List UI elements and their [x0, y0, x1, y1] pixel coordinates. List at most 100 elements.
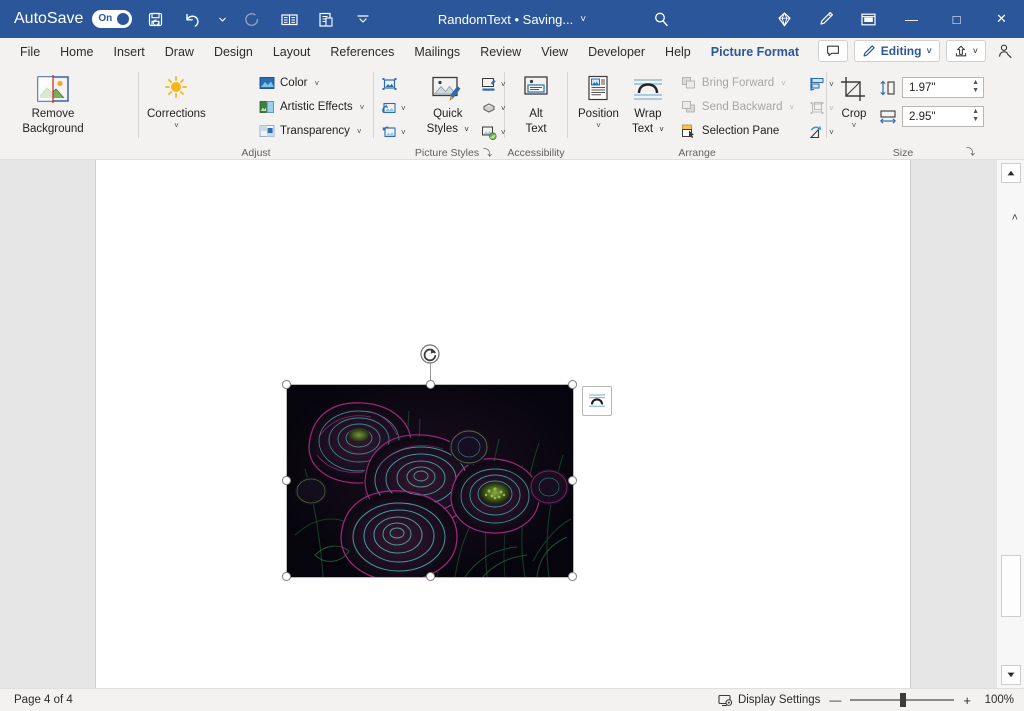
- customize-qat-icon[interactable]: [349, 5, 377, 33]
- resize-handle-top-center[interactable]: [426, 380, 435, 389]
- send-backward-chevron-down-icon: ˅: [789, 102, 795, 112]
- accessibility-dialog-launcher-icon[interactable]: ⤵: [483, 146, 492, 160]
- tab-file[interactable]: File: [11, 40, 49, 65]
- editing-mode-button[interactable]: Editing ˅: [853, 40, 940, 62]
- minimize-button[interactable]: —: [889, 0, 934, 38]
- tab-home[interactable]: Home: [51, 40, 102, 65]
- scroll-up-button[interactable]: [1001, 163, 1021, 183]
- autosave-toggle[interactable]: On: [92, 10, 133, 28]
- pen-highlight-icon[interactable]: [805, 0, 847, 38]
- position-chevron-down-icon[interactable]: ˅: [596, 122, 601, 130]
- resize-handle-top-left[interactable]: [282, 380, 291, 389]
- picture-border-icon: [481, 77, 496, 91]
- title-bar: AutoSave On RandomText • Saving... ˅ — □…: [0, 0, 1024, 38]
- reset-picture-chevron-down-icon: ˅: [401, 104, 406, 113]
- undo-dropdown-icon[interactable]: [215, 5, 229, 33]
- copy-format-icon[interactable]: [312, 5, 340, 33]
- change-picture-button[interactable]: ˅: [378, 121, 409, 144]
- tab-layout[interactable]: Layout: [264, 40, 320, 65]
- corrections-button[interactable]: Corrections ˅: [141, 70, 212, 132]
- bring-forward-icon: [681, 77, 695, 89]
- zoom-slider-thumb[interactable]: [900, 693, 907, 707]
- page-indicator[interactable]: Page 4 of 4: [0, 694, 73, 706]
- display-settings-button[interactable]: Display Settings: [718, 694, 820, 707]
- resize-handle-bottom-right[interactable]: [568, 572, 577, 581]
- scrollbar-thumb[interactable]: [1001, 555, 1021, 617]
- save-icon[interactable]: [141, 5, 169, 33]
- shape-width-input[interactable]: 2.95" ▲ ▼: [902, 106, 984, 127]
- reset-picture-button[interactable]: ˅: [378, 97, 409, 120]
- tab-picture-format[interactable]: Picture Format: [702, 40, 808, 68]
- picture-layout-button[interactable]: ˅: [477, 121, 509, 144]
- wrap-text-button[interactable]: Wrap Text ˅: [625, 70, 671, 138]
- shape-width-spinner[interactable]: ▲ ▼: [972, 108, 979, 124]
- resize-handle-middle-right[interactable]: [568, 476, 577, 485]
- spinner-up-icon-2[interactable]: ▲: [972, 108, 979, 116]
- document-canvas[interactable]: [0, 160, 1024, 688]
- layout-options-button[interactable]: [582, 386, 612, 416]
- close-button[interactable]: ✕: [979, 0, 1024, 38]
- tab-design[interactable]: Design: [205, 40, 262, 65]
- find-user-button[interactable]: [992, 40, 1018, 62]
- tab-insert[interactable]: Insert: [105, 40, 154, 65]
- diamond-icon[interactable]: [763, 0, 805, 38]
- tab-help[interactable]: Help: [656, 40, 700, 65]
- vertical-scrollbar[interactable]: [996, 160, 1024, 688]
- alt-text-button[interactable]: Alt Text: [514, 70, 558, 138]
- resize-handle-bottom-left[interactable]: [282, 572, 291, 581]
- picture-layout-icon: [481, 126, 497, 140]
- spinner-up-icon[interactable]: ▲: [972, 79, 979, 87]
- tab-mailings[interactable]: Mailings: [405, 40, 469, 65]
- resize-handle-bottom-center[interactable]: [426, 572, 435, 581]
- corrections-label: Corrections: [147, 108, 206, 120]
- picture-frame-button[interactable]: [378, 73, 409, 96]
- artistic-effects-button[interactable]: Artistic Effects ˅: [255, 96, 368, 118]
- maximize-button[interactable]: □: [934, 0, 979, 38]
- shape-height-spinner[interactable]: ▲ ▼: [972, 79, 979, 95]
- picture-effects-button[interactable]: ˅: [477, 97, 509, 120]
- color-button[interactable]: Color ˅: [255, 72, 368, 94]
- resize-handle-top-right[interactable]: [568, 380, 577, 389]
- title-chevron-down-icon[interactable]: ˅: [580, 14, 586, 25]
- arrange-group-label: Arrange: [678, 147, 716, 159]
- tab-review[interactable]: Review: [471, 40, 530, 65]
- tab-draw[interactable]: Draw: [156, 40, 203, 65]
- scroll-down-button[interactable]: [1001, 665, 1021, 685]
- comments-button[interactable]: [817, 40, 848, 62]
- shape-width-icon: [880, 109, 896, 124]
- selection-pane-button[interactable]: Selection Pane: [677, 120, 798, 142]
- share-icon: [955, 45, 966, 57]
- ribbon-display-icon[interactable]: [847, 0, 889, 38]
- ribbon-collapse-chevron-up-icon[interactable]: ˄: [1012, 212, 1018, 224]
- corrections-chevron-down-icon[interactable]: ˅: [174, 122, 179, 130]
- position-button[interactable]: Position ˅: [572, 70, 625, 132]
- zoom-slider[interactable]: [850, 693, 955, 707]
- tab-view[interactable]: View: [532, 40, 577, 65]
- rotate-objects-icon: [809, 126, 822, 139]
- size-dialog-launcher-icon[interactable]: ⤵: [966, 145, 975, 159]
- rotate-handle-icon[interactable]: [419, 343, 441, 365]
- zoom-level-label[interactable]: 100%: [980, 694, 1014, 706]
- crop-button[interactable]: Crop ˅: [833, 70, 875, 132]
- read-aloud-icon[interactable]: [275, 5, 303, 33]
- zoom-in-button[interactable]: +: [963, 693, 971, 708]
- tab-references[interactable]: References: [321, 40, 403, 65]
- spinner-down-icon-2[interactable]: ▼: [972, 116, 979, 124]
- undo-icon[interactable]: [178, 5, 206, 33]
- remove-background-button[interactable]: Remove Background: [10, 70, 96, 138]
- selection-pane-icon: [681, 124, 694, 138]
- spinner-down-icon[interactable]: ▼: [972, 87, 979, 95]
- share-button[interactable]: ˅: [945, 40, 986, 62]
- document-title[interactable]: RandomText • Saving...: [438, 12, 573, 27]
- transparency-button[interactable]: Transparency ˅: [255, 120, 368, 142]
- shape-height-input[interactable]: 1.97" ▲ ▼: [902, 77, 984, 98]
- search-button[interactable]: [636, 6, 686, 32]
- zoom-out-button[interactable]: —: [829, 693, 841, 707]
- quick-styles-button[interactable]: Quick Styles ˅: [421, 70, 475, 138]
- tab-developer[interactable]: Developer: [579, 40, 654, 65]
- document-page[interactable]: [96, 160, 910, 688]
- resize-handle-middle-left[interactable]: [282, 476, 291, 485]
- picture-border-button[interactable]: ˅: [477, 73, 509, 96]
- crop-chevron-down-icon[interactable]: ˅: [852, 122, 857, 130]
- selected-picture-container[interactable]: [282, 344, 612, 581]
